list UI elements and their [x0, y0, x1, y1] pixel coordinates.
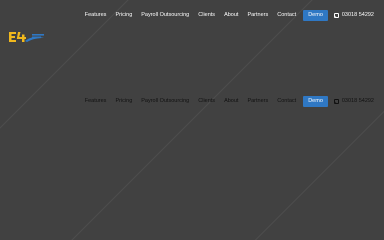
logo-mark-icon [9, 32, 44, 42]
nav-payroll-outsourcing[interactable]: Payroll Outsourcing [141, 96, 189, 107]
nav-contact[interactable]: Contact [277, 10, 296, 21]
nav-pricing[interactable]: Pricing [115, 10, 132, 21]
demo-button[interactable]: Demo [303, 96, 328, 107]
phone-link[interactable]: 03018 54292 [333, 96, 374, 107]
phone-link[interactable]: 03018 54292 [333, 10, 374, 21]
nav-clients[interactable]: Clients [198, 10, 215, 21]
main-navigation: Features Pricing Payroll Outsourcing Cli… [76, 10, 374, 21]
nav-pricing[interactable]: Pricing [115, 96, 132, 107]
demo-button[interactable]: Demo [303, 10, 328, 21]
phone-number: 03018 54292 [341, 12, 374, 18]
nav-about[interactable]: About [224, 96, 238, 107]
company-logo[interactable] [8, 30, 48, 44]
sticky-navigation: Features Pricing Payroll Outsourcing Cli… [76, 96, 374, 107]
nav-features[interactable]: Features [85, 10, 107, 21]
nav-payroll-outsourcing[interactable]: Payroll Outsourcing [141, 10, 189, 21]
phone-number: 03018 54292 [341, 98, 374, 104]
nav-partners[interactable]: Partners [247, 10, 268, 21]
nav-clients[interactable]: Clients [198, 96, 215, 107]
nav-about[interactable]: About [224, 10, 238, 21]
nav-contact[interactable]: Contact [277, 96, 296, 107]
nav-partners[interactable]: Partners [247, 96, 268, 107]
nav-features[interactable]: Features [85, 96, 107, 107]
phone-icon [333, 99, 339, 104]
phone-icon [333, 13, 339, 18]
